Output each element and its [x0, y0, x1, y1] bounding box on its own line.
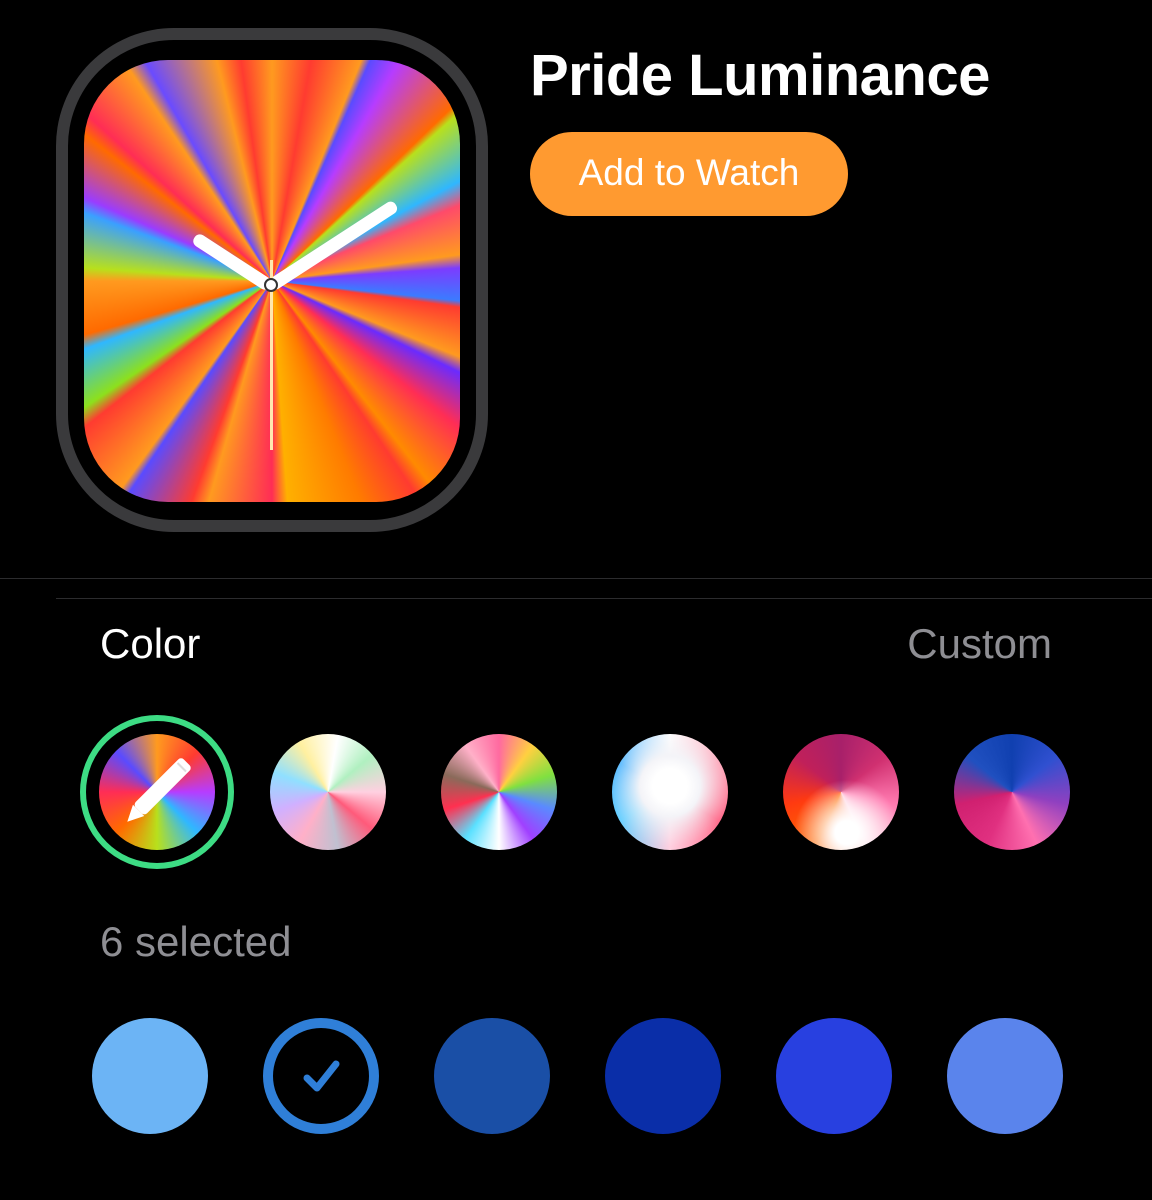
color-dot-mid-blue[interactable]	[434, 1018, 550, 1134]
color-dot-light-blue[interactable]	[92, 1018, 208, 1134]
color-dot-blue-checked[interactable]	[263, 1018, 379, 1134]
color-swatch-2[interactable]	[270, 734, 386, 850]
color-swatch-6[interactable]	[954, 734, 1070, 850]
hour-hand	[190, 232, 274, 292]
color-swatch-4[interactable]	[612, 734, 728, 850]
color-dot-dark-blue[interactable]	[605, 1018, 721, 1134]
color-dot-royal-blue[interactable]	[776, 1018, 892, 1134]
pencil-icon	[127, 758, 191, 822]
section-divider	[0, 578, 1152, 579]
color-label: Color	[100, 620, 201, 667]
selected-count: 6 selected	[100, 918, 292, 965]
watch-face-preview	[84, 60, 460, 502]
color-dot-periwinkle[interactable]	[947, 1018, 1063, 1134]
color-swatch-5[interactable]	[783, 734, 899, 850]
hand-pivot	[264, 278, 278, 292]
add-to-watch-button[interactable]: Add to Watch	[530, 132, 848, 216]
custom-color-swatch[interactable]	[99, 734, 215, 850]
watch-face-detail-page: Pride Luminance Add to Watch Color Custo…	[0, 0, 1152, 1200]
face-title: Pride Luminance	[530, 43, 990, 108]
minute-hand	[266, 199, 400, 292]
checkmark-icon	[285, 1040, 357, 1112]
color-swatch-3[interactable]	[441, 734, 557, 850]
section-divider	[56, 598, 1152, 599]
color-value: Custom	[907, 620, 1052, 667]
